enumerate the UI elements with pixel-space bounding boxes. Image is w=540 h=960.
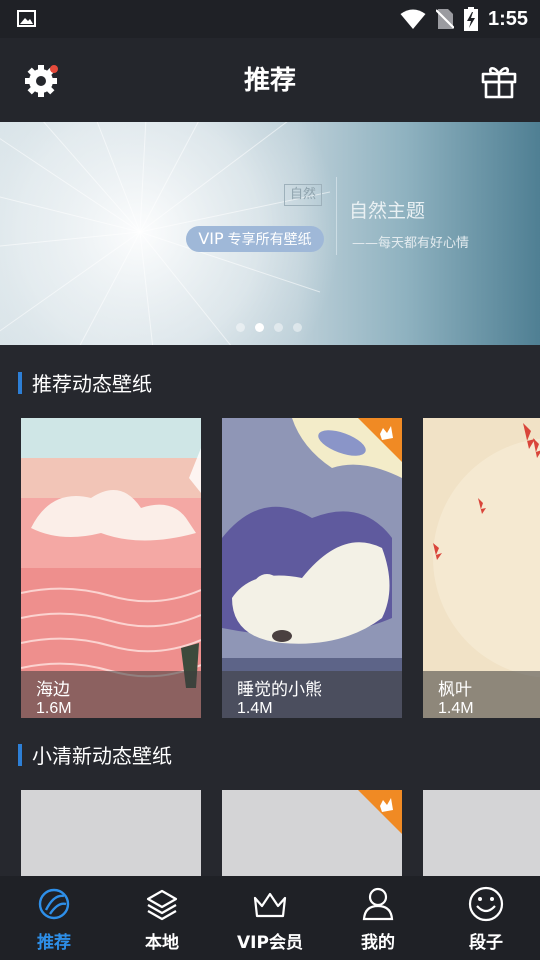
vip-prefix: VIP <box>198 229 224 248</box>
status-bar-right: 1:55 <box>400 6 528 32</box>
wifi-icon <box>400 9 426 29</box>
banner-subtitle: ——每天都有好心情 <box>352 236 470 251</box>
wallpaper-card-loading[interactable] <box>423 790 540 880</box>
wallpaper-card-loading[interactable] <box>222 790 402 880</box>
layers-icon <box>146 889 178 921</box>
wallpaper-size: 1.4M <box>438 700 474 717</box>
wallpaper-name: 枫叶 <box>438 680 472 700</box>
wallpaper-card[interactable]: 睡觉的小熊 1.4M <box>222 418 402 718</box>
page-title: 推荐 <box>243 66 296 96</box>
nav-label: 推荐 <box>37 933 71 953</box>
section-title: 小清新动态壁纸 <box>32 744 172 768</box>
vip-crown-badge-icon <box>358 790 402 834</box>
section-title: 推荐动态壁纸 <box>32 372 152 396</box>
nav-tab-jokes[interactable]: 段子 <box>432 876 540 960</box>
app-screen: 1:55 推荐 自然 VIP 专享所有壁纸 自然主题 ——每天都有好心情 推荐动… <box>0 0 540 960</box>
nav-tab-recommend[interactable]: 推荐 <box>0 876 108 960</box>
wallpaper-name: 海边 <box>36 680 70 700</box>
gallery-notification-icon <box>17 10 36 27</box>
status-bar: 1:55 <box>0 0 540 38</box>
fresh-wallpaper-row <box>21 790 540 880</box>
carousel-dot[interactable] <box>236 323 245 332</box>
carousel-dots <box>236 323 302 332</box>
top-app-bar: 推荐 <box>0 38 540 122</box>
nav-tab-local[interactable]: 本地 <box>108 876 216 960</box>
vip-crown-badge-icon <box>358 418 402 462</box>
vip-text: 专享所有壁纸 <box>227 232 312 248</box>
recommended-wallpaper-row: 海边 1.6M 睡觉的小熊 1.4M 枫叶 1.4M <box>21 418 540 718</box>
promo-banner[interactable]: 自然 VIP 专享所有壁纸 自然主题 ——每天都有好心情 <box>0 122 540 345</box>
gift-icon[interactable] <box>480 62 518 100</box>
status-time: 1:55 <box>487 7 528 30</box>
section-header-recommended: 推荐动态壁纸 <box>18 368 152 397</box>
bottom-navigation: 推荐 本地 VIP会员 我的 段子 <box>0 876 540 960</box>
nav-label: 我的 <box>361 933 395 953</box>
carousel-dot[interactable] <box>274 323 283 332</box>
user-icon <box>362 887 394 921</box>
smiley-icon <box>468 886 504 922</box>
wallpaper-size: 1.6M <box>36 700 72 717</box>
nav-tab-vip[interactable]: VIP会员 <box>216 876 324 960</box>
banner-title: 自然主题 <box>349 200 426 222</box>
wallpaper-card[interactable]: 海边 1.6M <box>21 418 201 718</box>
recommend-planet-icon <box>38 888 70 920</box>
card-caption: 海边 1.6M <box>21 671 201 718</box>
wallpaper-size: 1.4M <box>237 700 273 717</box>
banner-tag: 自然 <box>284 184 322 206</box>
nav-label: 本地 <box>145 933 179 953</box>
nav-tab-mine[interactable]: 我的 <box>324 876 432 960</box>
wallpaper-card[interactable]: 枫叶 1.4M <box>423 418 540 718</box>
carousel-dot[interactable] <box>293 323 302 332</box>
battery-charging-icon <box>463 7 478 31</box>
crown-icon <box>253 892 287 918</box>
section-accent-bar <box>18 371 22 394</box>
nav-label: 段子 <box>469 933 503 953</box>
section-header-fresh: 小清新动态壁纸 <box>18 740 172 769</box>
card-caption: 枫叶 1.4M <box>423 671 540 718</box>
section-accent-bar <box>18 743 22 766</box>
no-sim-icon <box>435 9 454 29</box>
carousel-dot-active[interactable] <box>255 323 264 332</box>
nav-label: VIP会员 <box>237 933 303 953</box>
wallpaper-name: 睡觉的小熊 <box>237 680 322 700</box>
card-caption: 睡觉的小熊 1.4M <box>222 671 402 718</box>
banner-divider <box>336 177 337 255</box>
wallpaper-card-loading[interactable] <box>21 790 201 880</box>
vip-pill: VIP 专享所有壁纸 <box>186 226 324 252</box>
